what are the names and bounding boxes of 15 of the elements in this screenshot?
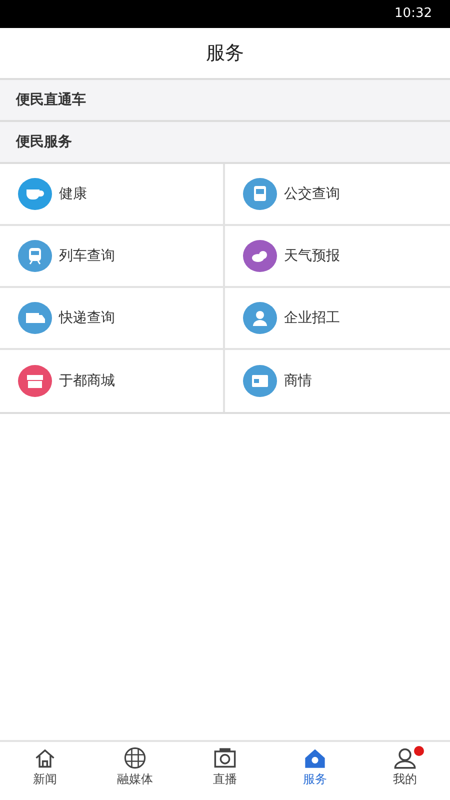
camera-icon [213,746,237,770]
tab-item[interactable]: 直播 [180,742,270,800]
tab-item[interactable]: 新闻 [0,742,90,800]
status-time: 10:32 [394,5,432,24]
tab-item[interactable]: 我的 [360,742,450,800]
page-title: 服务 [206,40,244,66]
tab-item[interactable]: 融媒体 [90,742,180,800]
tab-item[interactable]: 服务 [270,742,360,800]
user-icon [393,746,417,770]
service-item[interactable]: 快递查询 [0,288,225,350]
section-header[interactable]: 便民服务 [0,122,450,164]
section-header[interactable]: 便民直通车 [0,80,450,122]
service-item[interactable]: 健康 [0,164,225,226]
service-item[interactable]: 列车查询 [0,226,225,288]
globe-icon [123,746,147,770]
